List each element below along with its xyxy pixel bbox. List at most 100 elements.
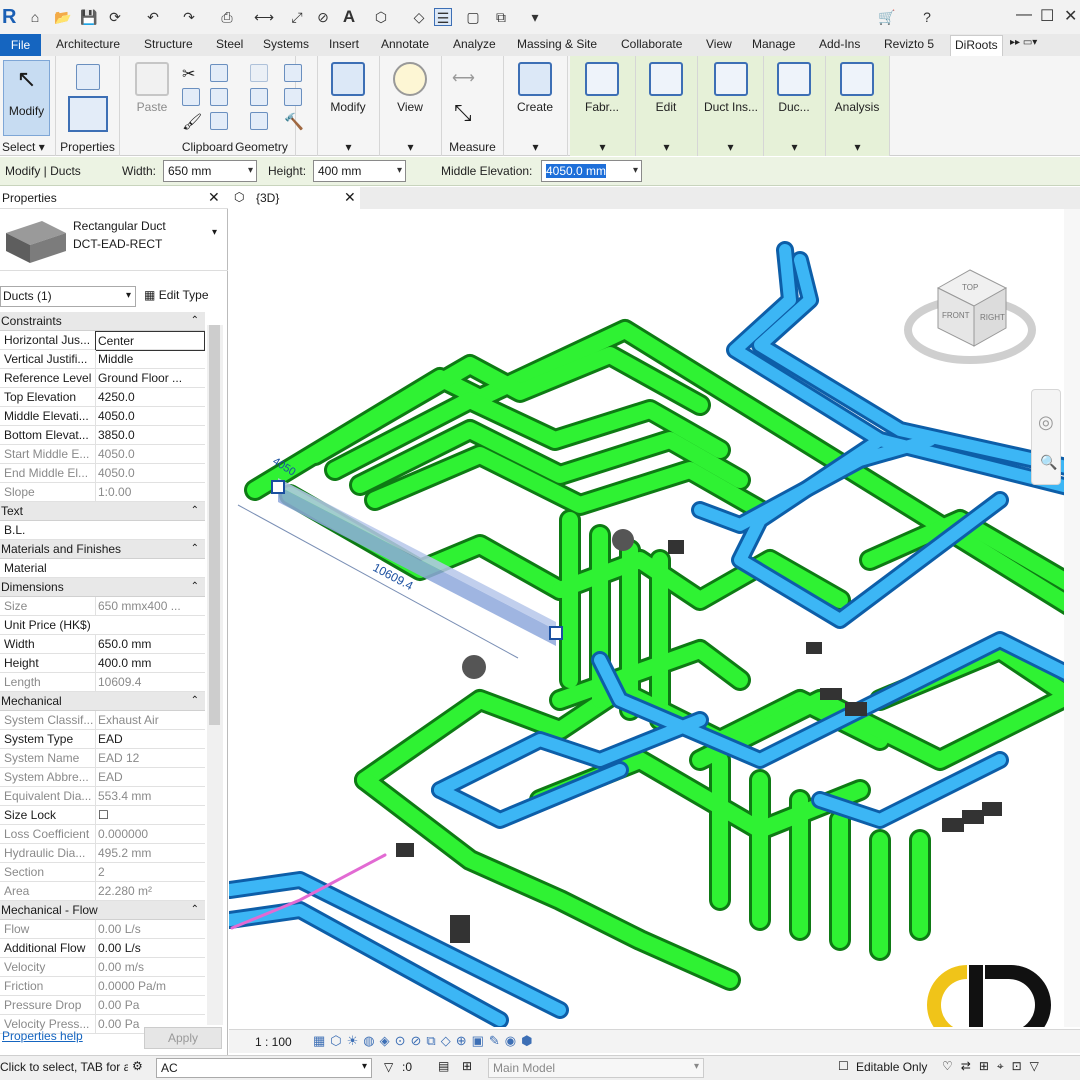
property-value[interactable]: 4050.0 [95, 407, 205, 425]
tab-systems[interactable]: Systems [263, 37, 309, 51]
tag-icon[interactable]: ⊘ [314, 8, 332, 26]
property-value[interactable]: Center [95, 331, 205, 351]
customize-qat-icon[interactable]: ▾ [526, 8, 544, 26]
open-icon[interactable]: 📂 [54, 8, 72, 26]
modify-tools-button[interactable]: Modify [322, 60, 374, 140]
dimension-icon[interactable]: ⤢ [288, 8, 306, 26]
property-value[interactable]: 4250.0 [95, 388, 205, 406]
geometry-more-icon[interactable] [284, 88, 302, 106]
duct-lining-arrow-icon[interactable]: ▾ [764, 140, 825, 154]
collapse-icon[interactable]: ⌃ [191, 502, 199, 520]
view-control-icons[interactable]: ▦⬡☀◍◈⊙⊘⧉◇⊕▣✎◉⬢ [313, 1033, 537, 1049]
duct-insulation-arrow-icon[interactable]: ▾ [698, 140, 763, 154]
section-icon[interactable]: ◇ [410, 8, 428, 26]
width-combo[interactable]: 650 mm ▾ [163, 160, 257, 182]
create-panel-arrow-icon[interactable]: ▾ [504, 140, 567, 154]
property-value[interactable]: 0.00 L/s [95, 939, 205, 957]
cope-icon[interactable] [210, 64, 228, 82]
measure-between-icon[interactable]: ⟷ [452, 68, 475, 88]
properties-button-label[interactable]: Properties [56, 140, 119, 154]
property-value[interactable]: 3850.0 [95, 426, 205, 444]
tab-insert[interactable]: Insert [329, 37, 359, 51]
view-panel-arrow-icon[interactable]: ▾ [380, 140, 441, 154]
revit-logo-icon[interactable]: R [2, 6, 20, 28]
tab-add-ins[interactable]: Add-Ins [819, 37, 860, 51]
property-group-header[interactable]: Text ⌃ [0, 502, 205, 521]
edit-button[interactable]: Edit [640, 60, 692, 140]
join-icon[interactable] [210, 112, 228, 130]
match-properties-icon[interactable]: 🖌 [182, 112, 202, 132]
property-group-header[interactable]: Constraints ⌃ [0, 312, 205, 331]
middle-elevation-combo[interactable]: 4050.0 mm ▾ [541, 160, 642, 182]
design-options-icon[interactable]: ▤ [438, 1059, 449, 1073]
demolish-icon[interactable] [284, 64, 302, 82]
property-value[interactable]: 400.0 mm [95, 654, 205, 672]
selection-toggle-icons[interactable]: ♡⇄⊞⌖⊡▽ [942, 1059, 1047, 1074]
editable-only-checkbox[interactable]: ☐ [838, 1059, 849, 1073]
type-selector[interactable]: Rectangular Duct DCT-EAD-RECT ▾ [0, 209, 228, 271]
aligned-dimension-icon[interactable]: ⤡ [454, 100, 472, 126]
property-value[interactable]: EAD [95, 730, 205, 748]
tab-revizto[interactable]: Revizto 5 [884, 37, 934, 51]
edit-type-button[interactable]: ▦ Edit Type [140, 286, 220, 307]
view-scale[interactable]: 1 : 100 [255, 1035, 292, 1049]
hammer-icon[interactable]: 🔨 [284, 112, 304, 132]
tab-analyze[interactable]: Analyze [453, 37, 496, 51]
properties-help-link[interactable]: Properties help [2, 1029, 83, 1043]
view-button[interactable]: View [384, 60, 436, 140]
tab-annotate[interactable]: Annotate [381, 37, 429, 51]
duct-insulation-button[interactable]: Duct Ins... [702, 60, 760, 140]
property-group-header[interactable]: Mechanical ⌃ [0, 692, 205, 711]
property-group-header[interactable]: Mechanical - Flow ⌃ [0, 901, 205, 920]
filter-icon[interactable]: ▽ [384, 1060, 393, 1074]
property-value[interactable]: Ground Floor ... [95, 369, 205, 387]
tab-manage[interactable]: Manage [752, 37, 795, 51]
tab-overflow-icon[interactable]: ▸▸ ▭▾ [1010, 37, 1037, 48]
duct-model-3d[interactable]: 10609.4 4050 TOP FRONT RIGHT [229, 209, 1080, 1027]
undo-icon[interactable]: ↶ [144, 8, 162, 26]
measure-icon[interactable]: ⟷ [254, 8, 274, 26]
steering-wheel-icon[interactable]: ◎ [1038, 412, 1054, 433]
save-icon[interactable]: 💾 [80, 8, 98, 26]
close-tab-icon[interactable]: ✕ [344, 189, 356, 206]
properties-scroll-thumb[interactable] [209, 325, 220, 725]
tab-collaborate[interactable]: Collaborate [621, 37, 682, 51]
tab-steel[interactable]: Steel [216, 37, 243, 51]
fabrication-arrow-icon[interactable]: ▾ [570, 140, 635, 154]
analysis-button[interactable]: Analysis [831, 60, 883, 140]
maximize-icon[interactable]: ☐ [1040, 6, 1054, 26]
viewcube-right-face[interactable]: RIGHT [980, 313, 1005, 322]
copy-icon[interactable] [182, 88, 200, 106]
viewcube-front-face[interactable]: FRONT [942, 311, 970, 320]
design-option-dropdown[interactable]: Main Model ▾ [488, 1058, 704, 1078]
create-button[interactable]: Create [509, 60, 561, 140]
collapse-icon[interactable]: ⌃ [191, 312, 199, 330]
viewcube-top-face[interactable]: TOP [962, 283, 978, 292]
select-dropdown[interactable]: Select ▾ [0, 140, 55, 154]
property-group-header[interactable]: Dimensions ⌃ [0, 578, 205, 597]
paste-button[interactable]: Paste [126, 60, 178, 140]
3d-view-icon[interactable]: ⬡ [372, 8, 390, 26]
instance-filter-dropdown[interactable]: Ducts (1) ▾ [0, 286, 136, 307]
close-window-icon[interactable]: ✕ [1064, 6, 1077, 26]
view-tab-3d[interactable]: ⬡ {3D} ✕ [228, 187, 360, 209]
cut-icon[interactable]: ✂ [182, 64, 195, 84]
close-icon[interactable]: ✕ [208, 189, 220, 206]
home-icon[interactable]: ⌂ [26, 8, 44, 26]
collapse-icon[interactable]: ⌃ [191, 540, 199, 558]
edit-arrow-icon[interactable]: ▾ [636, 140, 697, 154]
switch-windows-icon[interactable]: ⧉ [492, 8, 510, 26]
paint-icon[interactable] [250, 112, 268, 130]
split-face-icon[interactable] [250, 88, 268, 106]
properties-button-icon[interactable] [68, 96, 108, 132]
collapse-icon[interactable]: ⌃ [191, 578, 199, 596]
type-properties-icon[interactable] [70, 60, 106, 94]
tab-file[interactable]: File [0, 34, 41, 56]
property-value[interactable]: 650.0 mm [95, 635, 205, 653]
tab-architecture[interactable]: Architecture [56, 37, 120, 51]
worksharing-icon[interactable]: ⊞ [462, 1059, 472, 1073]
duct-lining-button[interactable]: Duc... [768, 60, 820, 140]
workset-icon[interactable]: ⚙ [132, 1059, 143, 1073]
tab-massing-site[interactable]: Massing & Site [517, 37, 597, 51]
cut-geometry-icon[interactable] [210, 88, 228, 106]
